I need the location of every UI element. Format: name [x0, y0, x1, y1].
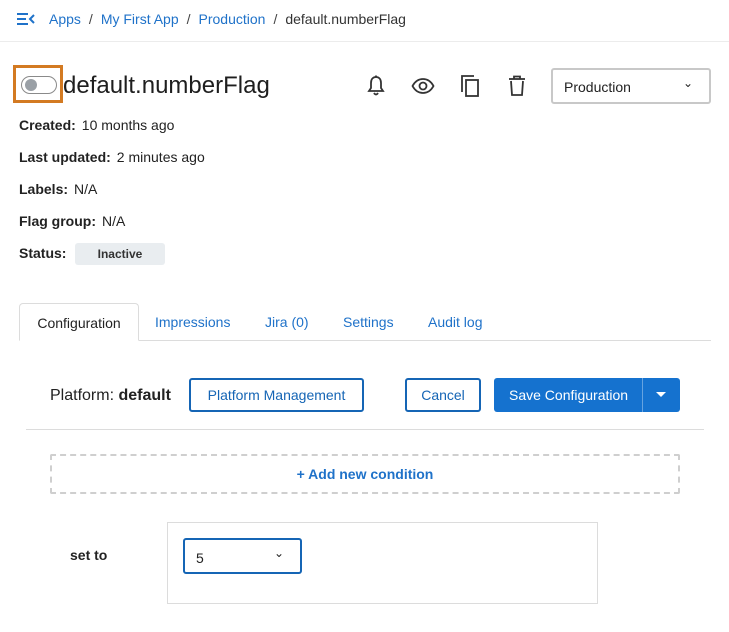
value-select-value: 5	[196, 550, 204, 566]
tab-settings[interactable]: Settings	[343, 303, 394, 341]
breadcrumb-app[interactable]: My First App	[101, 11, 179, 27]
platform-management-button[interactable]: Platform Management	[189, 378, 364, 412]
chevron-down-icon: ⌄	[274, 546, 285, 560]
breadcrumb-current: default.numberFlag	[285, 11, 406, 27]
collapse-menu-icon[interactable]	[17, 11, 35, 27]
status-badge: Inactive	[75, 243, 165, 265]
platform-label: Platform: default	[50, 387, 171, 405]
meta-updated: Last updated: 2 minutes ago	[19, 149, 205, 165]
value-select[interactable]: 5 ⌄	[183, 538, 302, 574]
meta-created-label: Created:	[19, 117, 76, 133]
meta-created: Created: 10 months ago	[19, 117, 174, 133]
meta-flag-group-value: N/A	[102, 213, 126, 229]
save-configuration-label: Save Configuration	[509, 387, 629, 403]
eye-icon[interactable]	[411, 74, 435, 98]
meta-created-value: 10 months ago	[81, 117, 175, 133]
meta-updated-label: Last updated:	[19, 149, 111, 165]
page-title: default.numberFlag	[63, 72, 270, 99]
trash-icon[interactable]	[505, 74, 529, 98]
flag-enabled-toggle[interactable]	[21, 76, 57, 94]
environment-select[interactable]: Production ⌄	[551, 68, 711, 104]
breadcrumb-separator: /	[88, 11, 93, 27]
save-configuration-button[interactable]: Save Configuration	[494, 378, 680, 412]
meta-status: Status:	[19, 245, 72, 261]
breadcrumb-environment[interactable]: Production	[199, 11, 266, 27]
set-to-label: set to	[70, 547, 108, 563]
bell-icon[interactable]	[364, 74, 388, 98]
top-bar: Apps / My First App / Production / defau…	[0, 0, 729, 42]
meta-updated-value: 2 minutes ago	[116, 149, 205, 165]
breadcrumb-separator: /	[186, 11, 191, 27]
breadcrumb: Apps / My First App / Production / defau…	[49, 11, 406, 27]
tab-configuration[interactable]: Configuration	[19, 303, 139, 341]
breadcrumb-separator: /	[273, 11, 278, 27]
tab-impressions[interactable]: Impressions	[155, 303, 230, 341]
environment-select-value: Production	[564, 79, 631, 95]
chevron-down-icon: ⌄	[682, 76, 693, 90]
platform-label-text: Platform:	[50, 387, 115, 404]
meta-flag-group-label: Flag group:	[19, 213, 96, 229]
add-condition-button[interactable]: + Add new condition	[50, 454, 680, 494]
tab-audit-log[interactable]: Audit log	[428, 303, 482, 341]
meta-labels: Labels: N/A	[19, 181, 97, 197]
meta-labels-value: N/A	[74, 181, 98, 197]
save-options-toggle[interactable]	[642, 378, 680, 412]
breadcrumb-apps[interactable]: Apps	[49, 11, 81, 27]
flag-toggle-highlight	[13, 65, 63, 103]
tab-jira[interactable]: Jira (0)	[265, 303, 309, 341]
platform-value: default	[118, 387, 171, 404]
cancel-button[interactable]: Cancel	[405, 378, 481, 412]
toggle-knob	[25, 79, 37, 91]
meta-status-label: Status:	[19, 245, 67, 261]
copy-icon[interactable]	[458, 74, 482, 98]
section-divider	[26, 429, 704, 430]
meta-labels-label: Labels:	[19, 181, 69, 197]
meta-flag-group: Flag group: N/A	[19, 213, 125, 229]
caret-down-icon	[656, 392, 666, 397]
